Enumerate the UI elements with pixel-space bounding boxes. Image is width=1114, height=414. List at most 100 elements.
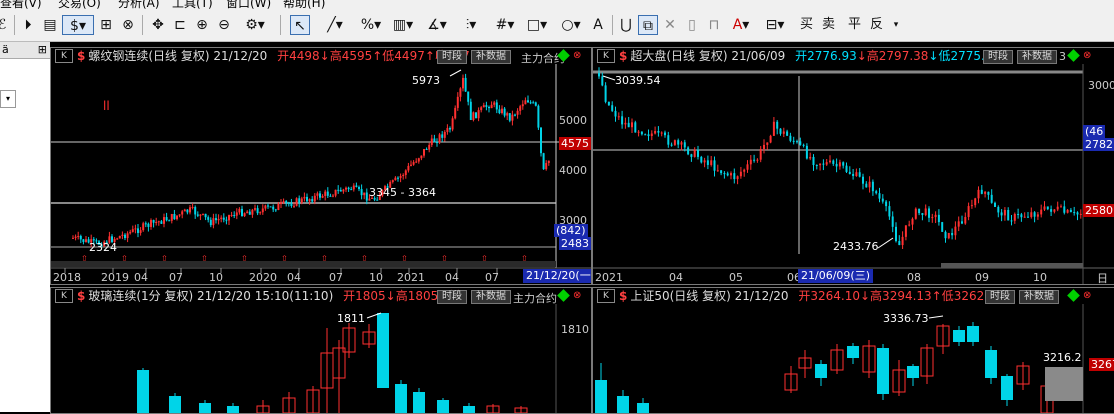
x-tick-label: 07: [329, 271, 343, 284]
left-pane: ä ⊞ ▾: [0, 42, 50, 412]
tool-partial-icon[interactable]: ℰ: [0, 15, 12, 35]
candle-body: [423, 148, 425, 156]
candle-body: [743, 169, 746, 172]
candle-body: [131, 229, 134, 232]
candle-body: [786, 131, 789, 136]
candle-body: [753, 159, 756, 161]
candle-body: [928, 208, 930, 218]
candle-body: [845, 165, 848, 172]
chart-panel-index[interactable]: K $ 超大盘(日线 复权) 21/06/09 开2776.93↓高2797.38↓…: [592, 47, 1114, 285]
indicator-icon[interactable]: ⊞: [96, 15, 116, 35]
candle-body: [212, 218, 215, 226]
ruler-tool-icon[interactable]: ▥▾: [388, 15, 418, 35]
menu-analysis[interactable]: 分析(A): [118, 0, 160, 9]
event-marker: ⇧: [121, 254, 128, 263]
cursor-icon[interactable]: ↖: [290, 15, 310, 35]
zoom-out-icon[interactable]: ⊖: [214, 15, 234, 35]
x-tick-label: 04: [445, 271, 459, 284]
candle-body: [931, 217, 934, 219]
x-tick-label: 2020: [249, 271, 277, 284]
candle-body: [139, 230, 142, 233]
candle-body: [901, 236, 904, 246]
candle-body: [482, 105, 485, 108]
candle-body: [673, 140, 676, 145]
candle-body: [519, 106, 522, 111]
candle-body: [759, 148, 762, 160]
candle-body: [176, 215, 178, 220]
ellipse-tool-icon[interactable]: ○▾: [556, 15, 586, 35]
candle-body: [1023, 216, 1026, 218]
candle-body: [228, 215, 230, 221]
menu-help[interactable]: 帮助(H): [283, 0, 325, 9]
candle-body: [1010, 220, 1013, 222]
candle-body: [1056, 206, 1059, 210]
candle-body: [488, 106, 490, 109]
candle-body: [617, 116, 620, 118]
candle-body: [144, 223, 147, 225]
candle-body: [170, 213, 173, 221]
magnet-icon[interactable]: ⋃: [616, 15, 636, 35]
close-position-button[interactable]: 平: [848, 15, 861, 35]
menu-window[interactable]: 窗口(W): [226, 0, 271, 9]
menu-tools[interactable]: 工具(T): [172, 0, 213, 9]
lock-icon[interactable]: ⊓: [704, 15, 724, 35]
font-color-icon[interactable]: A▾: [726, 15, 756, 35]
settings-icon[interactable]: ⚙▾: [240, 15, 270, 35]
candle-body: [404, 170, 407, 175]
fib-tool-icon[interactable]: ⫶▾: [456, 15, 486, 35]
angle-tool-icon[interactable]: ∡▾: [422, 15, 452, 35]
copy-icon[interactable]: ⧉: [638, 15, 658, 35]
candle-body: [462, 77, 464, 89]
candle-body: [842, 162, 845, 166]
candle-body: [749, 159, 752, 165]
candle-body: [542, 153, 545, 170]
move-icon[interactable]: ✥: [148, 15, 168, 35]
right-tag-volume: (46: [1083, 125, 1106, 138]
x-tick-label: 10: [209, 271, 223, 284]
candle-body: [829, 160, 831, 163]
currency-dropdown[interactable]: $▾: [62, 15, 94, 35]
playback-icon[interactable]: ⏵: [18, 15, 38, 35]
chart-panel-sse50[interactable]: K $ 上证50(日线 复权) 21/12/20 开3264.10↓高3294.13…: [592, 287, 1114, 414]
document-icon[interactable]: ▤: [40, 15, 60, 35]
line-tool-icon[interactable]: ╱▾: [318, 15, 352, 35]
candle-body: [313, 195, 316, 202]
menu-view[interactable]: 查看(V): [0, 0, 42, 9]
reverse-button[interactable]: 反: [870, 15, 883, 35]
glass-candles: [137, 304, 557, 413]
candle-body: [885, 201, 888, 207]
buy-button[interactable]: 买: [800, 15, 813, 35]
more-dropdown-icon[interactable]: ▾: [886, 15, 906, 35]
candle-body: [789, 135, 792, 141]
sell-button[interactable]: 卖: [822, 15, 835, 35]
chart-panel-rebar[interactable]: K $ 螺纹钢连续(日线 复权) 21/12/20 开4498↓高4595↑低449…: [50, 47, 592, 285]
pan-left-icon[interactable]: ⊏: [170, 15, 190, 35]
candle-body: [433, 138, 436, 143]
menu-trade[interactable]: 交易(O): [58, 0, 101, 9]
candle-body: [1001, 376, 1013, 400]
candle-body: [825, 162, 828, 165]
trash-icon[interactable]: ▯: [682, 15, 702, 35]
candle-body: [954, 226, 957, 236]
formula-icon[interactable]: ⊗: [118, 15, 138, 35]
candle-body: [241, 208, 243, 217]
chart-panel-glass[interactable]: K $ 玻璃连续(1分 复权) 21/12/20 15:10(11:10) 开180…: [50, 287, 592, 414]
pin-icon[interactable]: ⊞: [38, 42, 47, 58]
x-tick-label: 10: [369, 271, 383, 284]
save-icon[interactable]: ⊟▾: [760, 15, 790, 35]
candle-body: [412, 162, 415, 165]
zoom-in-icon[interactable]: ⊕: [192, 15, 212, 35]
left-pane-dropdown[interactable]: ▾: [0, 90, 16, 108]
percent-tool-icon[interactable]: %▾: [356, 15, 386, 35]
candle-body: [495, 102, 498, 110]
grid-tool-icon[interactable]: #▾: [490, 15, 520, 35]
candle-body: [1030, 212, 1033, 217]
rectangle-tool-icon[interactable]: □▾: [522, 15, 552, 35]
delete-icon[interactable]: ✕: [660, 15, 680, 35]
candle-body: [233, 215, 236, 217]
candle-body: [306, 196, 308, 202]
candle-body: [614, 110, 617, 117]
candle-body: [209, 219, 212, 226]
candle-body: [598, 73, 600, 77]
text-tool-icon[interactable]: A: [588, 15, 608, 35]
